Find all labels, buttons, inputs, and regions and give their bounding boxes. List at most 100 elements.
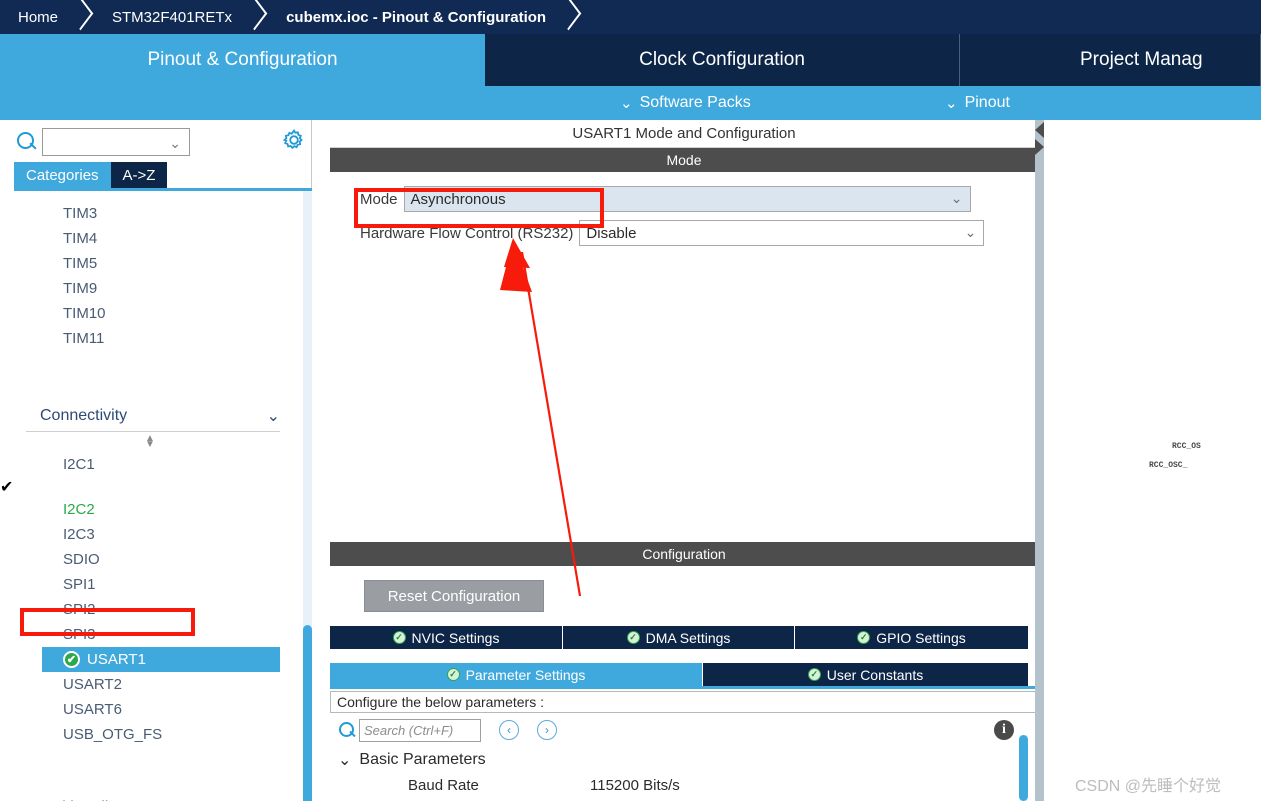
parameter-name: Baud Rate [408,777,479,794]
software-packs-label: Software Packs [639,94,751,111]
list-item[interactable]: TIM11 [0,326,300,351]
tab-clock-configuration[interactable]: Clock Configuration [485,34,960,86]
pin-label: RCC_OS [1172,442,1201,451]
parameters-scrollbar-thumb[interactable] [1019,735,1028,801]
tab-dma-settings[interactable]: ✓ DMA Settings [563,626,795,649]
breadcrumb: Home STM32F401RETx cubemx.ioc - Pinout &… [0,0,1261,34]
list-item[interactable]: TIM5 [0,251,300,276]
tab-label: User Constants [826,666,924,683]
tab-parameter-settings[interactable]: ✓ Parameter Settings [330,663,703,686]
group-header-multimedia[interactable]: Multimedia › [0,793,300,801]
hardware-flow-control-select[interactable]: Disable ⌄ [579,220,985,246]
sidebar-item-spi2[interactable]: SPI2 [0,597,300,622]
chevron-down-icon: ⌄ [620,94,633,112]
main-tab-bar: Pinout & Configuration Clock Configurati… [0,34,1261,86]
nav-previous-button[interactable]: ‹ [499,720,519,740]
check-icon: ✔ [0,479,14,496]
breadcrumb-item-current[interactable]: cubemx.ioc - Pinout & Configuration [268,0,556,34]
chevron-down-icon: ⌄ [169,135,181,151]
list-item-wrap: ✔ I2C2 [0,477,300,522]
sort-handle-icon[interactable]: ▲ ▼ [0,434,300,450]
tab-label: Parameter Settings [465,666,586,683]
chevron-right-icon[interactable] [1035,139,1044,155]
list-item[interactable]: TIM9 [0,276,300,301]
mode-label: Mode [360,190,398,208]
list-item[interactable]: TIM10 [0,301,300,326]
nav-next-button[interactable]: › [537,720,557,740]
software-packs-menu[interactable]: ⌄ Software Packs [620,94,751,112]
peripherals-sidebar: ⌄ Categories A->Z TIM3 TIM4 TIM5 TIM9 TI… [0,120,312,801]
sidebar-item-i2c2[interactable]: I2C2 [0,497,300,522]
chevron-down-icon: ⌄ [945,94,958,112]
tab-label: GPIO Settings [876,629,966,646]
configuration-tab-underline [330,686,1038,689]
chevron-down-icon: ⌄ [950,190,963,206]
tree-group-basic-parameters[interactable]: ⌄ Basic Parameters [330,747,1038,773]
search-icon [16,131,38,153]
breadcrumb-separator-icon [556,0,582,34]
sidebar-item-usart1[interactable]: ✔ USART1 [42,647,280,672]
mode-body: Mode Asynchronous ⌄ Hardware Flow Contro… [330,172,1038,542]
status-check-icon: ✓ [446,668,460,681]
sidebar-item-spi3[interactable]: SPI3 [0,622,300,647]
parameter-search-input[interactable]: Search (Ctrl+F) [359,718,481,742]
peripheral-list: TIM3 TIM4 TIM5 TIM9 TIM10 TIM11 Connecti… [0,191,300,801]
tab-label: DMA Settings [645,629,731,646]
chevron-down-icon: ⌄ [338,752,352,769]
configuration-panel: USART1 Mode and Configuration Mode Mode … [330,120,1038,801]
sidebar-tab-group: Categories A->Z [14,162,168,188]
info-icon[interactable]: i [994,720,1014,740]
status-check-icon: ✓ [857,631,871,644]
sidebar-item-sdio[interactable]: SDIO [0,547,300,572]
mode-section-header: Mode [330,148,1038,172]
list-item[interactable]: TIM3 [0,201,300,226]
status-check-icon: ✓ [626,631,640,644]
sub-toolbar: ⌄ Software Packs ⌄ Pinout [0,86,1261,120]
configure-parameters-note: Configure the below parameters : [330,691,1038,713]
pinout-menu[interactable]: ⌄ Pinout [945,94,1010,112]
list-item-wrap: I2C1 [0,452,300,477]
tab-gpio-settings[interactable]: ✓ GPIO Settings [795,626,1028,649]
list-item[interactable]: TIM4 [0,226,300,251]
sidebar-search-row: ⌄ [0,124,312,160]
breadcrumb-item-home[interactable]: Home [0,0,68,34]
app-root: Home STM32F401RETx cubemx.ioc - Pinout &… [0,0,1261,801]
status-check-icon: ✓ [807,668,821,681]
sidebar-item-usart6[interactable]: USART6 [0,697,300,722]
sidebar-item-i2c1[interactable]: I2C1 [0,452,300,477]
mode-select[interactable]: Asynchronous ⌄ [403,186,971,212]
sidebar-item-spi1[interactable]: SPI1 [0,572,300,597]
divider [26,431,280,432]
sidebar-search-combo[interactable]: ⌄ [42,128,190,156]
panel-splitter[interactable] [1035,120,1044,801]
tab-nvic-settings[interactable]: ✓ NVIC Settings [330,626,563,649]
mode-select-value: Asynchronous [410,190,506,208]
configuration-tabs-row-1: ✓ NVIC Settings ✓ DMA Settings ✓ GPIO Se… [330,626,1038,649]
mode-row: Mode Asynchronous ⌄ [330,186,1038,212]
watermark: CSDN @先睡个好觉 [1075,778,1222,795]
chevron-left-icon[interactable] [1035,122,1044,138]
chip-pinout-area[interactable]: RCC_OS RCC_OSC_ [1044,120,1261,801]
breadcrumb-separator-icon [68,0,94,34]
reset-configuration-button[interactable]: Reset Configuration [364,580,544,612]
sidebar-tab-categories[interactable]: Categories [14,162,111,188]
configuration-tabs-row-2: ✓ Parameter Settings ✓ User Constants [330,663,1038,686]
configuration-body: Reset Configuration ✓ NVIC Settings ✓ DM… [330,580,1038,801]
hardware-flow-control-label: Hardware Flow Control (RS232) [360,224,574,242]
sidebar-scrollbar-thumb[interactable] [303,625,312,801]
breadcrumb-item-device[interactable]: STM32F401RETx [94,0,242,34]
search-icon [338,721,356,739]
tab-user-constants[interactable]: ✓ User Constants [703,663,1028,686]
tab-pinout-configuration[interactable]: Pinout & Configuration [0,34,485,86]
gear-icon[interactable] [282,128,306,152]
sidebar-item-usart2[interactable]: USART2 [0,672,300,697]
tab-project-manager[interactable]: Project Manag [960,34,1261,86]
sidebar-item-i2c3[interactable]: I2C3 [0,522,300,547]
pin-label: RCC_OSC_ [1149,461,1188,470]
breadcrumb-separator-icon [242,0,268,34]
table-row[interactable]: Baud Rate 115200 Bits/s [330,773,1038,798]
sidebar-tab-a-to-z[interactable]: A->Z [110,162,168,188]
group-header-connectivity[interactable]: Connectivity ⌄ [0,401,300,431]
tab-label: NVIC Settings [411,629,500,646]
sidebar-item-usb-otg-fs[interactable]: USB_OTG_FS [0,722,300,747]
